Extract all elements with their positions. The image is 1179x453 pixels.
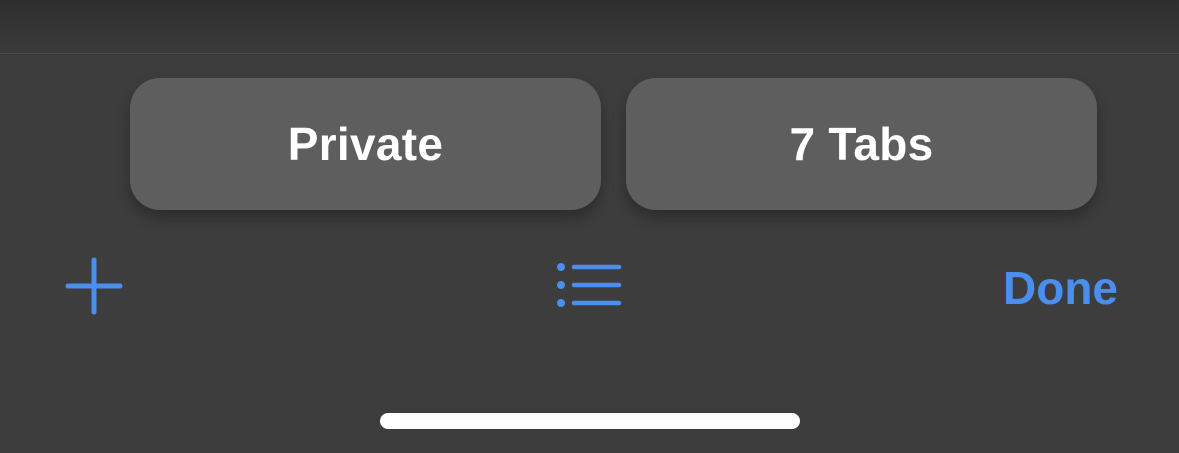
new-tab-button[interactable] <box>62 254 126 318</box>
tabs-segment-button[interactable]: 7 Tabs <box>626 78 1097 210</box>
private-segment-label: Private <box>287 118 444 170</box>
private-segment-button[interactable]: Private <box>130 78 601 210</box>
top-divider <box>0 53 1179 54</box>
top-strip <box>0 0 1179 54</box>
tab-groups-button[interactable] <box>552 258 626 312</box>
plus-icon <box>65 257 123 315</box>
list-icon <box>557 263 622 307</box>
tabs-segment-label: 7 Tabs <box>789 118 934 170</box>
home-indicator[interactable] <box>380 413 800 429</box>
done-button[interactable]: Done <box>970 256 1140 320</box>
